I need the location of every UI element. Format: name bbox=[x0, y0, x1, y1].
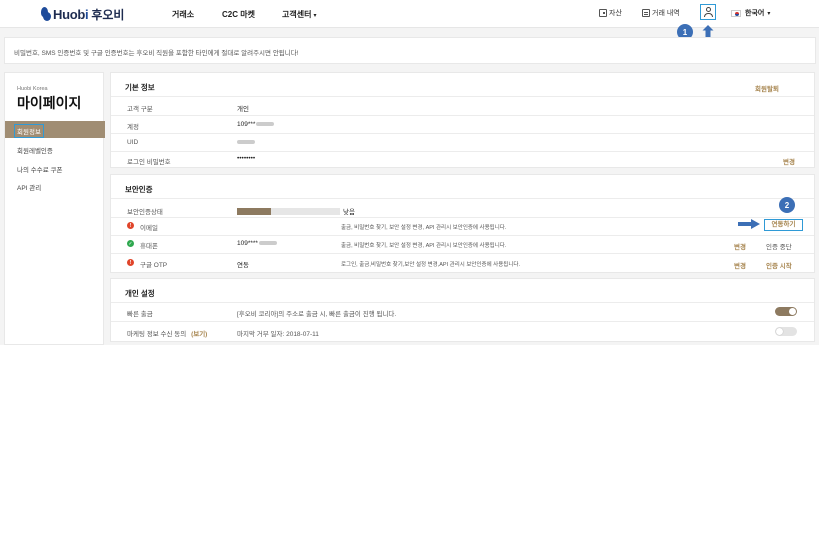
fast-withdraw-label: 빠른 출금 bbox=[127, 311, 153, 318]
security-notice: 비밀번호, SMS 인증번호 및 구글 인증번호는 후오비 직원을 포함한 타인… bbox=[4, 37, 816, 64]
chevron-down-icon: ▾ bbox=[767, 10, 771, 17]
user-icon bbox=[706, 7, 711, 12]
sidebar-item-api-management[interactable]: API 관리 bbox=[17, 182, 41, 192]
warning-icon: ! bbox=[127, 222, 134, 229]
google-otp-description: 로그인, 출금,비밀번호 찾기,보안 설정 변경,API 관리시 보안인증에 사… bbox=[341, 262, 521, 268]
sidebar-item-level-verification[interactable]: 회원레벨인증 bbox=[17, 145, 53, 155]
uid-label: UID bbox=[127, 139, 139, 146]
phone-label: 휴대폰 bbox=[140, 243, 158, 250]
assets-label: 자산 bbox=[609, 10, 622, 17]
sidebar: Huobi Korea 마이페이지 회원정보 회원레벨인증 나의 수수료 쿠폰 … bbox=[4, 72, 105, 345]
warning-icon: ! bbox=[127, 259, 134, 266]
korea-flag-icon bbox=[731, 9, 741, 17]
chevron-down-icon: ▾ bbox=[313, 13, 317, 19]
security-title: 보안인증 bbox=[125, 185, 153, 194]
basic-info-panel: 기본 정보 회원탈퇴 고객 구분 개인 계정 109*** UID 로그인 비밀… bbox=[110, 72, 815, 168]
basic-info-title: 기본 정보 bbox=[125, 83, 155, 92]
huobi-logo[interactable]: Huobi 후오비 bbox=[40, 6, 124, 22]
account-label: 계정 bbox=[127, 124, 139, 131]
sidebar-brand: Huobi Korea bbox=[17, 86, 48, 92]
marketing-consent-label: 마케팅 정보 수신 동의 (보기) bbox=[127, 331, 208, 338]
trade-history-link[interactable]: 거래 내역 bbox=[642, 8, 680, 18]
google-otp-value: 연동 bbox=[237, 262, 249, 269]
link-email-button[interactable]: 연동하기 bbox=[764, 219, 803, 231]
user-account-button[interactable] bbox=[700, 4, 716, 20]
start-otp-auth-link[interactable]: 인증 시작 bbox=[766, 260, 792, 270]
withdraw-membership-link[interactable]: 회원탈퇴 bbox=[755, 83, 779, 93]
account-value: 109*** bbox=[237, 121, 275, 128]
nav-exchange[interactable]: 거래소 bbox=[172, 9, 194, 20]
stop-phone-auth-link[interactable]: 인증 중단 bbox=[766, 241, 792, 251]
arrow-up-icon bbox=[702, 25, 714, 37]
language-selector[interactable]: 한국어 ▾ bbox=[731, 8, 770, 18]
login-password-value: •••••••• bbox=[237, 155, 256, 162]
customer-type-label: 고객 구분 bbox=[127, 106, 153, 113]
nav-customer-center-label: 고객센터 bbox=[282, 10, 312, 19]
email-description: 출금, 비밀번호 찾기, 보안 설정 변경, API 관리시 보안인증에 사용됩… bbox=[341, 225, 507, 231]
assets-link[interactable]: 자산 bbox=[599, 8, 622, 18]
marketing-refusal-date: 마지막 거부 일자: 2018-07-11 bbox=[237, 331, 319, 338]
sidebar-item-label: 회원정보 bbox=[14, 124, 44, 138]
fast-withdraw-toggle[interactable] bbox=[775, 307, 797, 316]
nav-customer-center[interactable]: 고객센터 ▾ bbox=[282, 9, 316, 20]
wallet-icon bbox=[599, 9, 607, 17]
logo-text: Huobi bbox=[53, 6, 89, 22]
personal-settings-title: 개인 설정 bbox=[125, 289, 155, 298]
google-otp-label: 구글 OTP bbox=[140, 262, 168, 269]
marketing-view-link[interactable]: (보기) bbox=[191, 331, 207, 338]
sidebar-item-fee-coupon[interactable]: 나의 수수료 쿠폰 bbox=[17, 164, 62, 174]
customer-type-value: 개인 bbox=[237, 106, 249, 113]
sidebar-title: 마이페이지 bbox=[17, 95, 82, 111]
uid-value bbox=[237, 139, 255, 146]
marketing-consent-toggle[interactable] bbox=[775, 327, 797, 336]
check-icon: ✓ bbox=[127, 240, 134, 247]
sidebar-item-member-info[interactable]: 회원정보 bbox=[5, 121, 105, 138]
flame-logo-icon bbox=[40, 7, 51, 21]
security-level-text: 낮음 bbox=[343, 209, 355, 216]
document-icon bbox=[642, 9, 650, 17]
phone-description: 출금, 비밀번호 찾기, 보안 설정 변경, API 관리시 보안인증에 사용됩… bbox=[341, 243, 507, 249]
phone-value: 109**** bbox=[237, 240, 277, 247]
personal-settings-panel: 개인 설정 빠른 출금 [후오비 코리아]의 주소로 출금 시, 빠른 출금이 … bbox=[110, 278, 815, 342]
login-password-label: 로그인 비밀번호 bbox=[127, 159, 171, 166]
fast-withdraw-description: [후오비 코리아]의 주소로 출금 시, 빠른 출금이 진행 됩니다. bbox=[237, 311, 397, 318]
nav-c2c-market[interactable]: C2C 마켓 bbox=[222, 9, 255, 20]
top-header: Huobi 후오비 거래소 C2C 마켓 고객센터 ▾ 자산 거래 내역 한국어 … bbox=[0, 0, 819, 28]
trade-history-label: 거래 내역 bbox=[652, 10, 680, 17]
security-level-fill bbox=[237, 208, 271, 215]
security-level-bar bbox=[237, 208, 340, 215]
email-label: 이메일 bbox=[140, 225, 158, 232]
change-phone-link[interactable]: 변경 bbox=[734, 241, 746, 251]
step-marker-2: 2 bbox=[779, 197, 795, 213]
change-otp-link[interactable]: 변경 bbox=[734, 260, 746, 270]
security-panel: 보안인증 보안인증상태 낮음 ! 이메일 출금, 비밀번호 찾기, 보안 설정 … bbox=[110, 174, 815, 273]
logo-korean-text: 후오비 bbox=[91, 7, 125, 22]
language-label: 한국어 bbox=[745, 10, 765, 17]
arrow-right-icon bbox=[738, 219, 760, 229]
change-password-link[interactable]: 변경 bbox=[783, 156, 795, 166]
security-status-label: 보안인증상태 bbox=[127, 209, 163, 216]
